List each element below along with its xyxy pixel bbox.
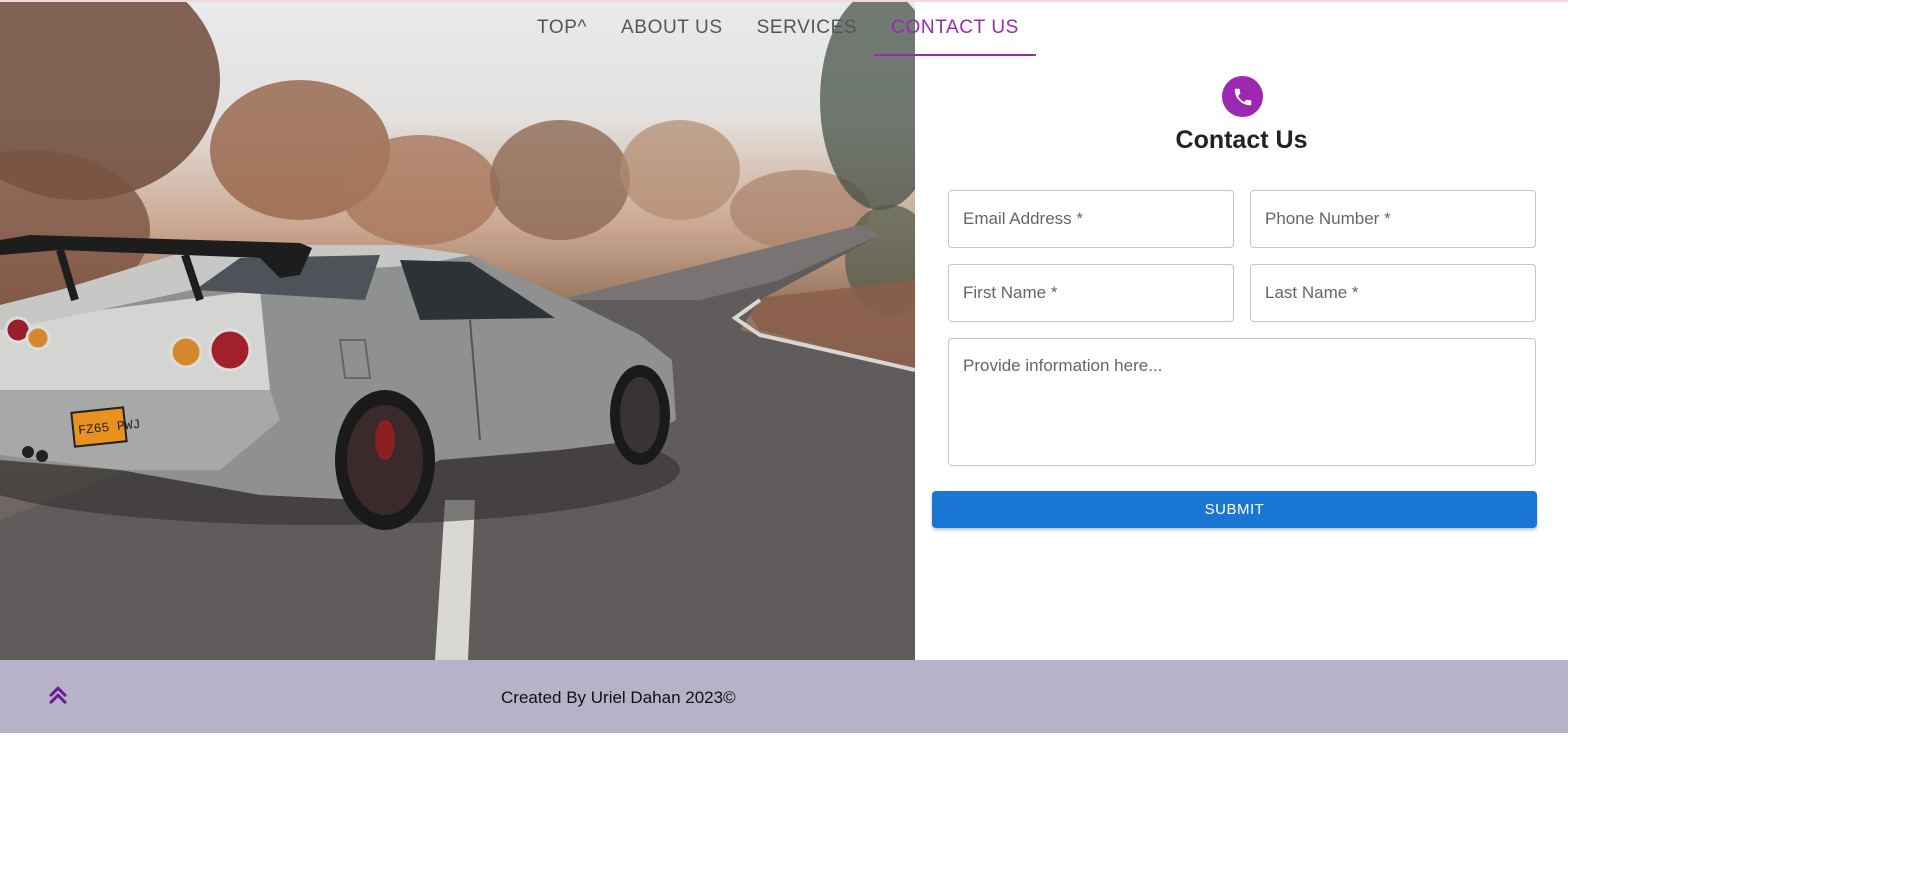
email-field[interactable] [948,190,1234,248]
double-chevron-up-icon [49,686,67,704]
nav-about-us[interactable]: ABOUT US [604,0,740,56]
nav-services[interactable]: SERVICES [740,0,875,56]
nav-top[interactable]: TOP^ [520,0,604,56]
footer: Created By Uriel Dahan 2023© [0,660,1568,733]
car-illustration: FZ65 PWJ [0,0,915,660]
hero-image: FZ65 PWJ [0,0,915,660]
nav-contact-us[interactable]: CONTACT US [874,0,1036,56]
message-field[interactable] [948,338,1536,466]
last-name-field[interactable] [1250,264,1536,322]
footer-credit: Created By Uriel Dahan 2023© [501,688,736,707]
contact-panel: Contact Us SUBMIT [915,0,1568,660]
first-name-field[interactable] [948,264,1234,322]
phone-icon [1234,88,1251,105]
scroll-to-top-button[interactable] [44,680,72,708]
top-nav: TOP^ ABOUT US SERVICES CONTACT US [520,0,1036,56]
contact-title: Contact Us [1175,126,1308,154]
submit-button[interactable]: SUBMIT [932,491,1537,528]
contact-avatar [1222,76,1263,117]
phone-field[interactable] [1250,190,1536,248]
